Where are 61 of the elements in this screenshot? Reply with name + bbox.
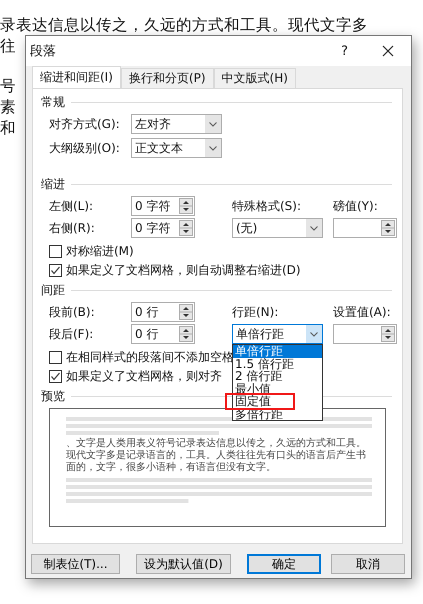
spin-arrows-icon[interactable] (179, 304, 193, 320)
dropdown[interactable]: 正文文本 (131, 138, 222, 158)
chevron-down-icon[interactable] (205, 115, 221, 133)
document-text: 号 (0, 77, 16, 95)
document-text: 往 (0, 37, 16, 55)
section-heading: 间距 (41, 282, 65, 298)
window-title: 段落 (30, 43, 57, 60)
field-label: 段后(F): (49, 326, 94, 342)
checkbox-label: 对称缩进(M) (66, 243, 134, 260)
dialog-button[interactable]: 制表位(T)... (31, 554, 120, 574)
tab[interactable]: 换行和分页(P) (120, 68, 214, 88)
help-button[interactable]: ? (341, 44, 348, 58)
spin-field[interactable]: 0 字符 (131, 218, 195, 238)
field-label: 设置值(A): (333, 304, 392, 320)
field-label: 大纲级别(O): (49, 140, 121, 156)
document-text: 录表达信息以传之，久远的方式和工具。现代文字多 (0, 16, 368, 34)
spin-arrows-icon[interactable] (179, 326, 193, 342)
chevron-down-icon[interactable] (306, 219, 322, 237)
spin-arrows-icon[interactable] (381, 326, 395, 342)
dropdown[interactable]: 左对齐 (131, 114, 222, 134)
dialog-button[interactable]: 设为默认值(D) (136, 554, 231, 574)
checkbox-label: 在相同样式的段落间不添加空格 (66, 349, 234, 366)
spin-field[interactable] (333, 218, 397, 238)
field-label: 磅值(Y): (333, 198, 379, 214)
field-label: 右侧(R): (49, 220, 96, 236)
spin-arrows-icon[interactable] (179, 198, 193, 214)
dialog-button[interactable]: 取消 (331, 554, 405, 574)
dropdown-option[interactable]: 2 倍行距 (233, 370, 322, 382)
preview-sample-text: 、文字是人类用表义符号记录表达信息以传之，久远的方式和工具。现代文字多是记录语言的，工具。人类往往先有口头的语言后产生书面的，文字，很多小语种，有语言但没有文字。 (66, 438, 367, 474)
checkbox[interactable] (49, 264, 62, 277)
section-heading: 预览 (41, 388, 65, 404)
spin-arrows-icon[interactable] (179, 220, 193, 236)
checkbox-label: 如果定义了文档网格，则自动调整右缩进(D) (66, 262, 301, 279)
spin-field[interactable]: 0 行 (131, 302, 195, 322)
document-text: 素 (0, 98, 16, 116)
field-label: 左侧(L): (49, 198, 94, 214)
field-label: 段前(B): (49, 304, 96, 320)
checkbox[interactable] (49, 370, 62, 383)
chevron-down-icon[interactable] (306, 325, 322, 343)
close-icon[interactable] (382, 45, 394, 57)
tab[interactable]: 中文版式(H) (214, 68, 296, 88)
spin-field[interactable]: 0 行 (131, 324, 195, 344)
section-heading: 常规 (41, 94, 65, 110)
document-text: 和 (0, 119, 16, 137)
section-heading: 缩进 (41, 176, 65, 192)
checkbox-label: 如果定义了文档网格，则对齐 (66, 368, 222, 385)
spin-field[interactable] (333, 324, 397, 344)
field-label: 特殊格式(S): (232, 198, 302, 214)
chevron-down-icon[interactable] (205, 139, 221, 157)
spin-field[interactable]: 0 字符 (131, 196, 195, 216)
dialog-button[interactable]: 确定 (247, 554, 321, 574)
checkbox[interactable] (49, 245, 62, 258)
checkbox[interactable] (49, 351, 62, 364)
dropdown-option[interactable]: 单倍行距 (233, 345, 322, 358)
dropdown-option[interactable]: 1.5 倍行距 (233, 358, 322, 370)
tab[interactable]: 缩进和间距(I) (32, 66, 121, 88)
dropdown[interactable]: 单倍行距 (232, 324, 323, 344)
field-label: 对齐方式(G): (49, 116, 121, 132)
dropdown[interactable]: (无) (232, 218, 323, 238)
field-label: 行距(N): (232, 304, 280, 320)
spin-arrows-icon[interactable] (381, 220, 395, 236)
